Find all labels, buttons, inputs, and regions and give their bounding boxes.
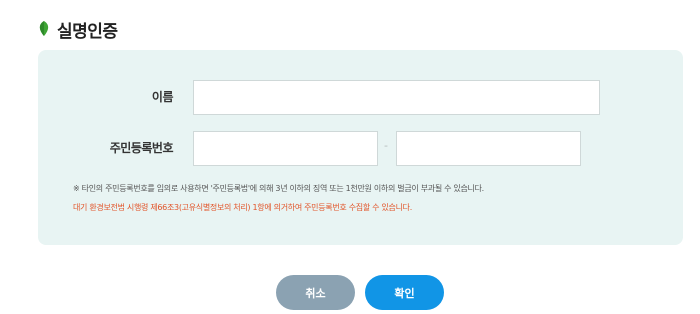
confirm-button[interactable]: 확인 [365, 275, 444, 310]
name-label: 이름 [151, 90, 174, 104]
page-header: 실명인증 [37, 16, 118, 42]
cancel-button[interactable]: 취소 [276, 275, 355, 310]
rrn-label: 주민등록번호 [109, 141, 174, 155]
rrn-back-input[interactable] [396, 131, 581, 166]
rrn-front-input[interactable] [193, 131, 378, 166]
rrn-separator: - [384, 139, 388, 152]
notice-warning-text: ※ 타인의 주민등록번호를 임의로 사용하면 '주민등록법'에 의해 3년 이하… [73, 184, 484, 193]
leaf-icon [39, 21, 49, 36]
notice-legal-text: 대기 환경보전법 시행령 제66조3(고유식별정보의 처리) 1항에 의거하여 … [73, 203, 412, 212]
name-input[interactable] [193, 80, 600, 115]
page-title: 실명인증 [57, 21, 118, 42]
